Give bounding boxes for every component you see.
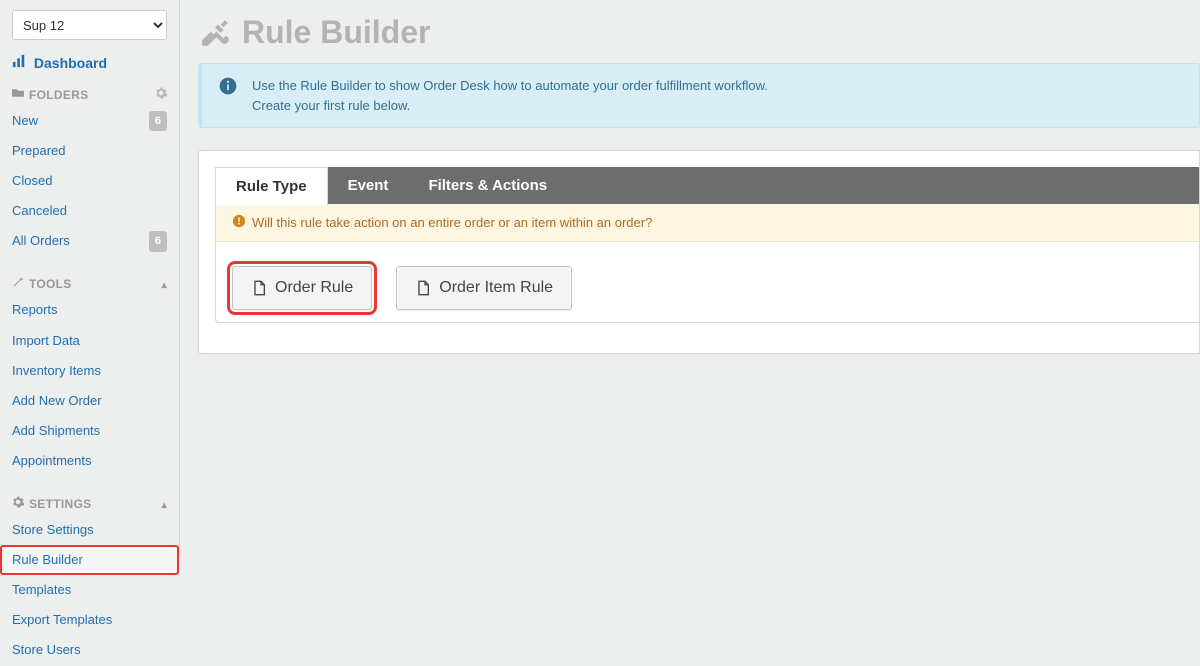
dashboard-link[interactable]: Dashboard [0,48,179,81]
order-rule-label: Order Rule [275,279,353,297]
sidebar-item-label: New [12,110,149,132]
info-text-line1: Use the Rule Builder to show Order Desk … [252,76,768,96]
sidebar-item-reports[interactable]: Reports [0,295,179,325]
sidebar-item-import-data[interactable]: Import Data [0,326,179,356]
count-badge: 6 [149,111,167,132]
rule-panel: Rule Type Event Filters & Actions Will t… [198,150,1200,354]
sidebar-item-rule-builder[interactable]: Rule Builder [0,545,179,575]
sidebar-item-label: Store Settings [12,519,167,541]
sidebar-item-label: All Orders [12,230,149,252]
sidebar-item-label: Import Data [12,330,167,352]
sidebar-item-templates[interactable]: Templates [0,575,179,605]
sidebar-item-label: Prepared [12,140,167,162]
info-icon [218,76,238,115]
page-title-text: Rule Builder [242,14,430,51]
sidebar-item-canceled[interactable]: Canceled [0,196,179,226]
sidebar-item-appointments[interactable]: Appointments [0,446,179,476]
dashboard-label: Dashboard [34,55,107,71]
tabs: Rule Type Event Filters & Actions [215,167,1199,204]
order-item-rule-button[interactable]: Order Item Rule [396,266,572,310]
sidebar-item-label: Add New Order [12,390,167,412]
sidebar-item-label: Add Shipments [12,420,167,442]
gear-icon [12,496,24,511]
order-rule-button[interactable]: Order Rule [232,266,372,310]
tab-body: Will this rule take action on an entire … [215,204,1199,323]
file-icon [415,279,431,297]
sidebar-item-store-users[interactable]: Store Users [0,635,179,665]
sidebar-item-export-templates[interactable]: Export Templates [0,605,179,635]
folder-icon [12,87,24,102]
sidebar-item-label: Rule Builder [12,549,167,571]
info-text-line2: Create your first rule below. [252,96,768,116]
sidebar-item-inventory-items[interactable]: Inventory Items [0,356,179,386]
tools-icon [198,16,232,50]
sidebar-item-add-shipments[interactable]: Add Shipments [0,416,179,446]
order-item-rule-label: Order Item Rule [439,279,553,297]
section-header-label: SETTINGS [29,497,162,511]
warning-icon [232,214,246,231]
file-icon [251,279,267,297]
sidebar-item-all-orders[interactable]: All Orders 6 [0,226,179,256]
gear-icon[interactable] [155,87,167,102]
wrench-icon [12,276,24,291]
caret-up-icon[interactable] [162,497,167,511]
sidebar-item-label: Canceled [12,200,167,222]
sidebar-item-label: Store Users [12,639,167,661]
store-selector[interactable]: Sup 12 [12,10,167,40]
section-header-label: TOOLS [29,277,162,291]
main-content: Rule Builder Use the Rule Builder to sho… [180,0,1200,554]
section-header-settings[interactable]: SETTINGS [0,490,179,515]
sidebar-item-label: Inventory Items [12,360,167,382]
sidebar-item-new[interactable]: New 6 [0,106,179,136]
sidebar-item-label: Export Templates [12,609,167,631]
sidebar-item-label: Closed [12,170,167,192]
section-header-label: FOLDERS [29,88,155,102]
caret-up-icon[interactable] [162,277,167,291]
info-text: Use the Rule Builder to show Order Desk … [252,76,768,115]
tab-rule-type[interactable]: Rule Type [215,167,328,205]
bar-chart-icon [12,55,30,71]
section-header-folders[interactable]: FOLDERS [0,81,179,106]
tab-event[interactable]: Event [328,167,409,204]
section-header-tools[interactable]: TOOLS [0,270,179,295]
sidebar-item-prepared[interactable]: Prepared [0,136,179,166]
sidebar-item-store-settings[interactable]: Store Settings [0,515,179,545]
sidebar-item-closed[interactable]: Closed [0,166,179,196]
sidebar-item-label: Templates [12,579,167,601]
store-selector-wrap: Sup 12 [12,10,167,40]
rule-buttons: Order Rule Order Item Rule [216,242,1199,322]
sidebar: Sup 12 Dashboard FOLDERS New 6 Prepared [0,0,180,554]
sidebar-item-label: Reports [12,299,167,321]
info-box: Use the Rule Builder to show Order Desk … [198,63,1200,128]
count-badge: 6 [149,231,167,252]
hint-text: Will this rule take action on an entire … [252,215,652,230]
tab-filters-actions[interactable]: Filters & Actions [408,167,567,204]
page-title: Rule Builder [198,14,1200,51]
sidebar-item-label: Appointments [12,450,167,472]
hint-bar: Will this rule take action on an entire … [216,204,1199,242]
sidebar-item-add-new-order[interactable]: Add New Order [0,386,179,416]
